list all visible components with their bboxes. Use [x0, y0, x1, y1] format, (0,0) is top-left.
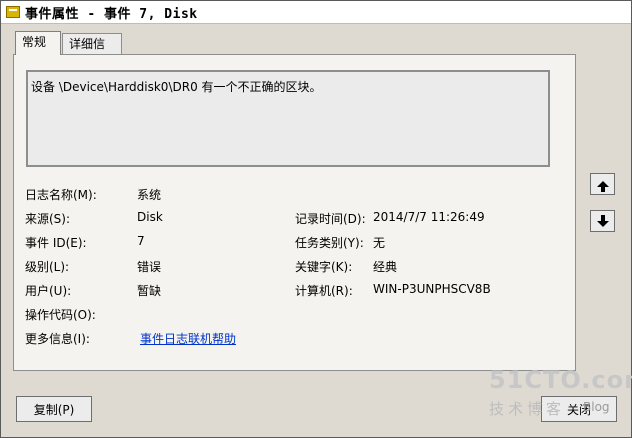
arrow-up-icon — [596, 181, 609, 192]
tab-details[interactable]: 详细信息 — [62, 33, 122, 71]
opcode-label: 操作代码(O): — [25, 308, 96, 322]
next-event-button[interactable] — [590, 210, 615, 232]
log-name-value: 系统 — [137, 188, 162, 202]
logged-value: 2014/7/7 11:26:49 — [373, 210, 485, 224]
source-value: Disk — [137, 210, 163, 224]
title-bar[interactable]: 事件属性 - 事件 7, Disk — [1, 1, 631, 24]
copy-button[interactable]: 复制(P) — [16, 396, 92, 422]
arrow-down-icon — [596, 215, 609, 227]
watermark-blog: Blog — [583, 400, 610, 414]
computer-label: 计算机(R): — [295, 284, 353, 298]
previous-event-button[interactable] — [590, 173, 615, 195]
window-title: 事件属性 - 事件 7, Disk — [25, 6, 198, 22]
event-id-label: 事件 ID(E): — [25, 236, 87, 250]
event-properties-window: 事件属性 - 事件 7, Disk 常规 详细信息 设备 \Device\Har… — [0, 0, 632, 438]
keywords-value: 经典 — [373, 260, 398, 274]
user-value: 暂缺 — [137, 284, 162, 298]
source-label: 来源(S): — [25, 212, 71, 226]
task-category-label: 任务类别(Y): — [295, 236, 364, 250]
keywords-label: 关键字(K): — [295, 260, 353, 274]
event-description[interactable]: 设备 \Device\Harddisk0\DR0 有一个不正确的区块。 — [26, 70, 550, 167]
log-name-label: 日志名称(M): — [25, 188, 97, 202]
level-value: 错误 — [137, 260, 162, 274]
event-id-value: 7 — [137, 234, 145, 248]
watermark-site: 51CTO.com — [489, 366, 632, 394]
watermark: 51CTO.com 技术博客 Blog — [485, 366, 632, 422]
logged-label: 记录时间(D): — [295, 212, 366, 226]
watermark-subtitle: 技术博客 — [489, 400, 566, 418]
online-help-link[interactable]: 事件日志联机帮助 — [140, 330, 236, 347]
tab-general[interactable]: 常规 — [15, 31, 61, 55]
computer-value: WIN-P3UNPHSCV8B — [373, 282, 491, 296]
task-category-value: 无 — [373, 236, 386, 250]
more-info-label: 更多信息(I): — [25, 332, 90, 346]
level-label: 级别(L): — [25, 260, 70, 274]
user-label: 用户(U): — [25, 284, 72, 298]
event-icon — [6, 6, 20, 18]
